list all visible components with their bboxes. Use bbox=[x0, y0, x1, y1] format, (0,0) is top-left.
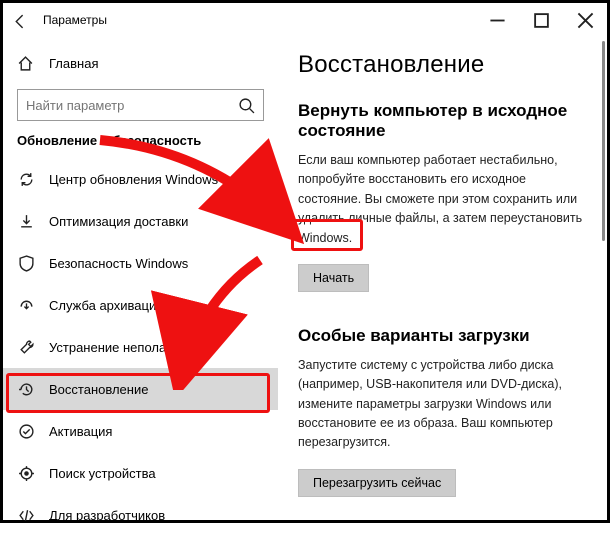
section-heading-reset: Вернуть компьютер в исходное состояние bbox=[298, 101, 591, 141]
sidebar-item-label: Оптимизация доставки bbox=[49, 214, 188, 229]
window-title: Параметры bbox=[37, 13, 107, 27]
sidebar-item-for-developers[interactable]: Для разработчиков bbox=[3, 494, 278, 536]
restart-now-button[interactable]: Перезагрузить сейчас bbox=[298, 469, 456, 497]
sidebar-item-label: Центр обновления Windows bbox=[49, 172, 218, 187]
close-button[interactable] bbox=[563, 3, 607, 37]
location-icon bbox=[17, 464, 35, 482]
check-circle-icon bbox=[17, 422, 35, 440]
sidebar-item-find-my-device[interactable]: Поиск устройства bbox=[3, 452, 278, 494]
search-icon bbox=[238, 96, 255, 114]
back-button[interactable] bbox=[3, 3, 37, 37]
section-body-reset: Если ваш компьютер работает нестабильно,… bbox=[298, 151, 591, 248]
sidebar-item-windows-security[interactable]: Безопасность Windows bbox=[3, 242, 278, 284]
wrench-icon bbox=[17, 338, 35, 356]
sidebar-item-recovery[interactable]: Восстановление bbox=[3, 368, 278, 410]
shield-icon bbox=[17, 254, 35, 272]
sidebar-item-troubleshoot[interactable]: Устранение неполадок bbox=[3, 326, 278, 368]
maximize-button[interactable] bbox=[519, 3, 563, 37]
section-body-advanced-startup: Запустите систему с устройства либо диск… bbox=[298, 356, 591, 453]
minimize-icon bbox=[489, 12, 506, 29]
search-box[interactable] bbox=[17, 89, 264, 121]
sidebar-item-label: Восстановление bbox=[49, 382, 148, 397]
history-icon bbox=[17, 380, 35, 398]
backup-icon bbox=[17, 296, 35, 314]
home-label: Главная bbox=[49, 56, 98, 71]
page-title: Восстановление bbox=[298, 51, 591, 79]
sidebar-item-delivery-optimization[interactable]: Оптимизация доставки bbox=[3, 200, 278, 242]
scrollbar[interactable] bbox=[602, 41, 605, 241]
start-button[interactable]: Начать bbox=[298, 264, 369, 292]
maximize-icon bbox=[533, 12, 550, 29]
section-heading-advanced-startup: Особые варианты загрузки bbox=[298, 326, 591, 346]
home-link[interactable]: Главная bbox=[3, 45, 278, 81]
sidebar-item-label: Устранение неполадок bbox=[49, 340, 187, 355]
sidebar-category: Обновление и безопасность bbox=[3, 133, 278, 158]
titlebar: Параметры bbox=[3, 3, 607, 37]
sidebar-item-label: Поиск устройства bbox=[49, 466, 156, 481]
sidebar: Главная Обновление и безопасность Центр … bbox=[3, 37, 278, 520]
sidebar-item-label: Безопасность Windows bbox=[49, 256, 188, 271]
home-icon bbox=[17, 54, 35, 71]
sidebar-item-backup[interactable]: Служба архивации bbox=[3, 284, 278, 326]
sidebar-item-activation[interactable]: Активация bbox=[3, 410, 278, 452]
sidebar-item-windows-update[interactable]: Центр обновления Windows bbox=[3, 158, 278, 200]
search-input[interactable] bbox=[18, 98, 229, 113]
download-icon bbox=[17, 212, 35, 230]
arrow-left-icon bbox=[12, 13, 29, 30]
sidebar-item-label: Активация bbox=[49, 424, 112, 439]
minimize-button[interactable] bbox=[475, 3, 519, 37]
content-pane: Восстановление Вернуть компьютер в исход… bbox=[278, 37, 607, 520]
close-icon bbox=[577, 12, 594, 29]
sidebar-item-label: Для разработчиков bbox=[49, 508, 165, 523]
sync-icon bbox=[17, 170, 35, 188]
code-icon bbox=[17, 506, 35, 524]
sidebar-item-label: Служба архивации bbox=[49, 298, 164, 313]
